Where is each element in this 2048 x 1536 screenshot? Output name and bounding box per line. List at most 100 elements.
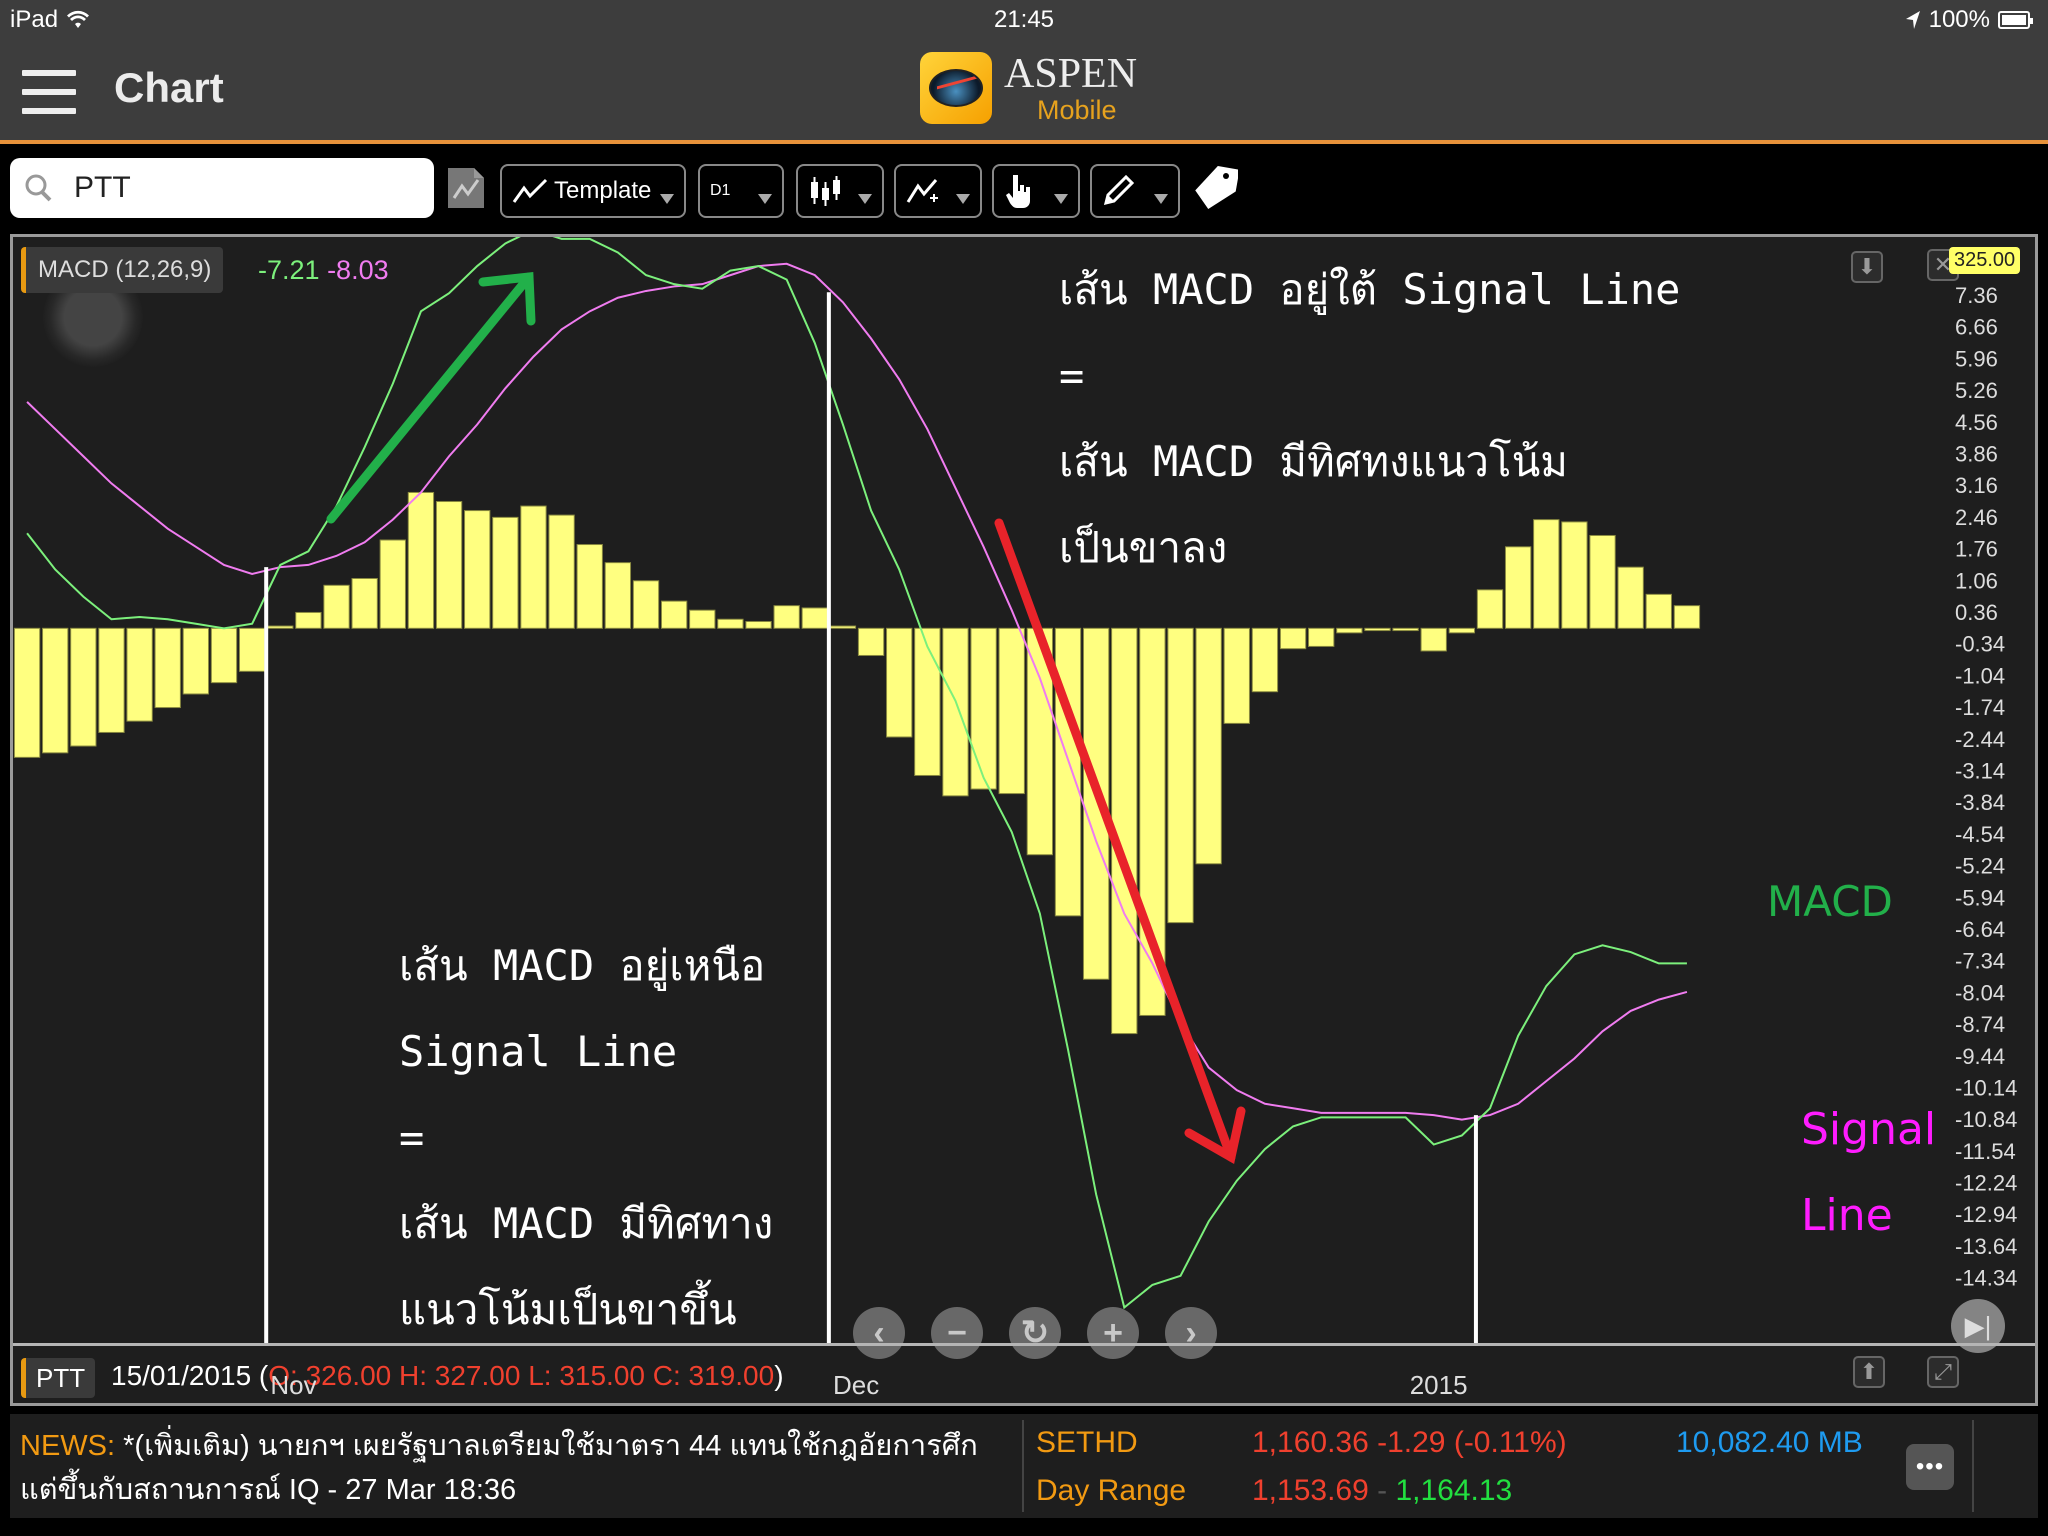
uptrend-arrow-stroke [326,272,534,524]
histogram-bar [1279,627,1307,650]
logo-text-sub: Mobile [1037,94,1117,125]
menu-icon-bar [22,89,76,95]
arrow-up-icon: ⬆ [1859,1359,1879,1384]
histogram-bar [1364,627,1391,632]
annotation-bullish: เส้น MACD อยู่เหนือ Signal Line = เส้น M… [399,941,774,1334]
ohlc-values: O: 326.00 H: 327.00 L: 315.00 C: 319.00 [268,1360,775,1391]
more-button[interactable]: ••• [1906,1444,1954,1490]
candlestick-icon [811,176,840,206]
histogram-bar [1673,605,1701,629]
indicator-values: -7.21 -8.03 [258,255,389,286]
histogram-bar [1448,627,1476,634]
y-tick-label: -12.24 [1955,1171,2017,1196]
symbol-tag[interactable]: PTT [21,1358,96,1398]
y-tick-label: -2.44 [1955,727,2005,752]
histogram-bar [1392,627,1419,632]
ohlc-readout: 15/01/2015 (O: 326.00 H: 327.00 L: 315.0… [111,1360,784,1391]
nav-bar: Chart ASPEN Mobile [0,40,2048,144]
page-title: Chart [114,64,224,111]
histogram-bar [942,627,969,797]
histogram-bar [464,510,491,629]
histogram-bar [773,605,800,629]
histogram-bar [632,580,660,629]
legend-macd: MACD [1767,877,1893,926]
histogram-bar [126,627,153,722]
clock: 21:45 [993,6,1055,33]
histogram-bar [435,501,463,629]
move-down-button[interactable]: ⬇ [1851,251,1883,283]
y-tick-label: 1.06 [1955,568,1998,593]
index-name: SETHD [1036,1426,1138,1459]
histogram-bar [829,625,857,629]
histogram-bar [379,539,406,629]
histogram-bar [886,627,913,738]
chevron-down-icon [858,194,872,204]
search-icon [25,174,52,202]
y-tick-label: 3.86 [1955,442,1998,467]
tag-button[interactable] [1194,164,1240,209]
fullscreen-button[interactable]: ⤢ [1927,1356,1959,1388]
signal-value: -8.03 [327,255,389,285]
cursor-mode-dropdown[interactable] [992,164,1080,218]
histogram-bar [660,600,688,629]
chevron-down-icon [1154,194,1168,204]
histogram-bar [13,627,41,758]
period-label: D1 [710,182,731,199]
chart-panel[interactable]: 7.36 6.66 5.96 5.26 4.56 3.86 3.16 2.46 1.76 1.06… [10,234,2038,1406]
news-item[interactable]: NEWS: *(เพิ่มเติม) นายกฯ เผยรัฐบาลเตรียม… [20,1424,1020,1512]
menu-button[interactable] [22,70,76,114]
histogram-bar [745,621,772,629]
symbol-search[interactable] [10,158,434,218]
template-dropdown[interactable]: Template [500,164,686,218]
template-label: Template [554,177,652,204]
histogram-bar [857,627,885,656]
indicator-dropdown[interactable] [894,164,982,218]
chevron-down-icon [1054,194,1068,204]
chevron-down-icon [660,194,674,204]
indicator-name: MACD (12,26,9) [38,256,212,283]
histogram-bar [98,627,125,733]
histogram-bar [182,627,210,695]
symbol-search-input[interactable] [74,171,394,205]
histogram-bar [604,562,632,629]
histogram-bar [42,627,69,754]
y-tick-label: -3.14 [1955,758,2005,783]
chart-type-toggle[interactable] [446,166,486,210]
y-tick-label: -13.64 [1955,1234,2017,1259]
y-tick-label: 2.46 [1955,505,1998,530]
expand-icon: ⤢ [1934,1359,1952,1384]
y-tick-label: -8.74 [1955,1012,2005,1037]
y-tick-label: 7.36 [1955,283,1998,308]
drawing-tools-dropdown[interactable] [1090,164,1180,218]
y-tick-label: 6.66 [1955,315,1998,340]
symbol-tag-label: PTT [36,1362,86,1393]
legend-signal: Signal Line [1801,1104,1937,1241]
histogram-bar [238,627,266,672]
y-tick-label: 5.26 [1955,378,1998,403]
histogram-bar [70,627,97,747]
location-icon [1905,11,1920,29]
tag-icon [1195,165,1240,209]
day-range-low: 1,153.69 [1252,1474,1369,1507]
move-up-button[interactable]: ⬆ [1853,1356,1885,1388]
y-tick-label: -1.74 [1955,695,2005,720]
app-logo: ASPEN Mobile [920,52,1137,124]
period-dropdown[interactable]: D1 [698,164,784,218]
y-tick-label: -1.04 [1955,663,2005,688]
y-tick-label: -7.34 [1955,949,2005,974]
y-tick-label: 3.16 [1955,473,1998,498]
indicator-label[interactable]: MACD (12,26,9) [21,247,224,293]
pencil-icon [1103,175,1134,206]
chart-toolbar: Template D1 [0,148,2048,234]
histogram-bar [548,514,575,629]
macd-chart[interactable]: 7.36 6.66 5.96 5.26 4.56 3.86 3.16 2.46 1.76 1.06… [13,237,2035,1343]
histogram-bar [689,609,716,629]
x-tick-label: Dec [833,1370,880,1400]
histogram-bar [1420,627,1447,652]
histogram-bar [998,627,1025,795]
histogram-bar [520,505,547,629]
histogram-bar [1195,627,1222,865]
histogram-bar [1054,627,1082,917]
y-tick-label: -10.84 [1955,1107,2017,1132]
candlestick-dropdown[interactable] [796,164,884,218]
